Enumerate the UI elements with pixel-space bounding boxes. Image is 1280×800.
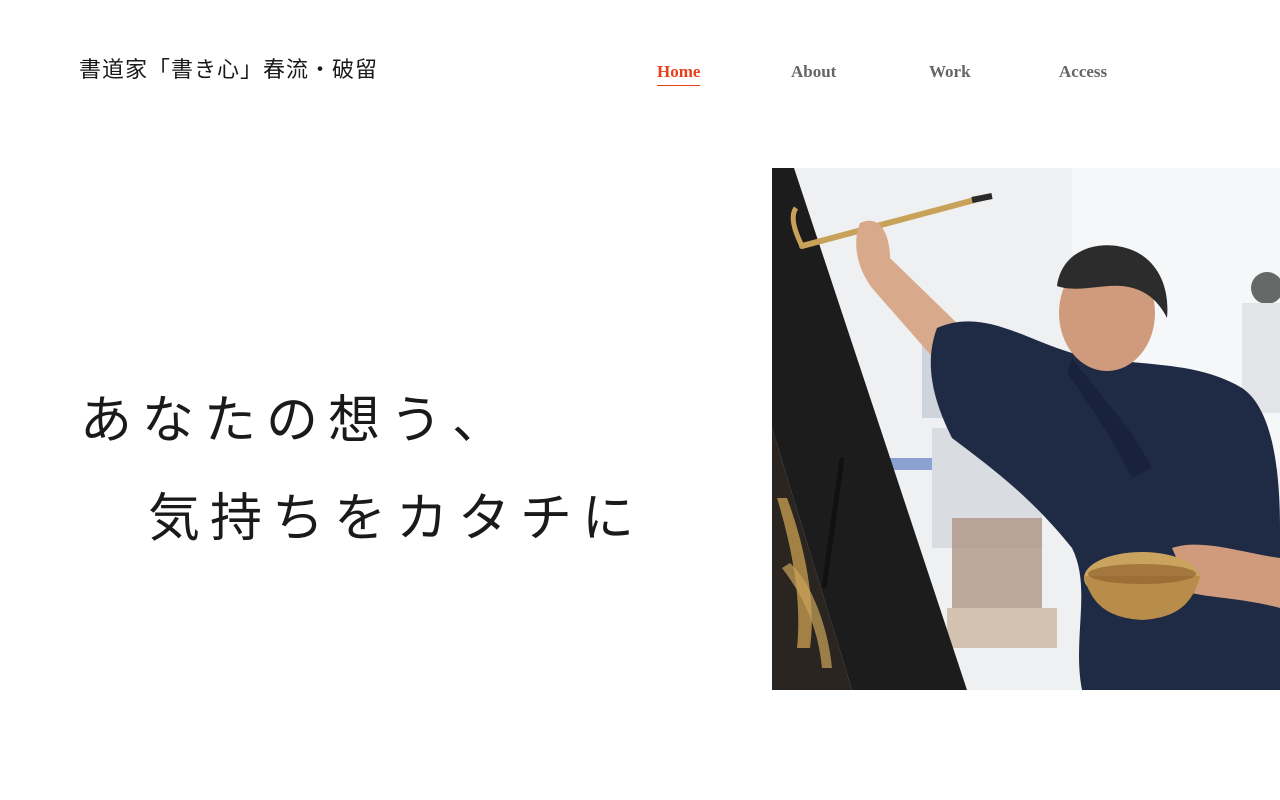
main-nav: Home About Work Access <box>0 62 1280 92</box>
hero-headline-line1: あなたの想う、 <box>80 391 515 451</box>
nav-access-link[interactable]: Access <box>1059 62 1107 85</box>
hero-headline-line2: 気持ちをカタチに <box>148 489 645 549</box>
nav-about-link[interactable]: About <box>791 62 836 85</box>
page: 書道家「書き心」春流・破留 Home About Work Access あなた… <box>0 0 1280 800</box>
hero-photo-calligrapher <box>772 168 1280 690</box>
nav-home-link[interactable]: Home <box>657 62 701 86</box>
nav-work-link[interactable]: Work <box>929 62 971 85</box>
